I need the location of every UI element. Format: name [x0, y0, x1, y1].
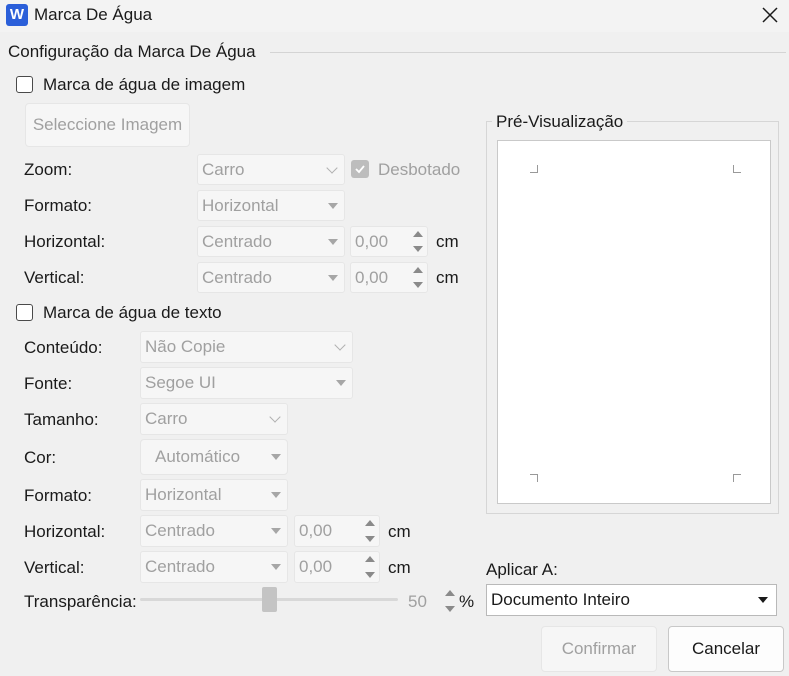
dropdown-caret-icon — [758, 597, 768, 603]
content-label: Conteúdo: — [24, 338, 103, 357]
margin-corner-top-left — [530, 165, 538, 173]
image-format-select[interactable]: Horizontal — [197, 190, 345, 221]
image-horizontal-select[interactable]: Centrado — [197, 226, 345, 257]
size-value: Carro — [145, 409, 188, 428]
spin-up-icon — [365, 520, 375, 526]
image-vertical-unit: cm — [436, 268, 459, 287]
color-value: Automático — [155, 447, 241, 466]
image-watermark-checkbox[interactable] — [16, 76, 33, 93]
text-horizontal-select[interactable]: Centrado — [140, 515, 288, 547]
window-title: Marca De Água — [34, 5, 153, 24]
image-vertical-label: Vertical: — [24, 268, 85, 287]
content-select[interactable]: Não Copie — [140, 331, 353, 363]
chevron-down-icon — [334, 339, 346, 351]
spin-down-icon — [365, 572, 375, 578]
transparency-unit: % — [459, 592, 475, 611]
image-horizontal-label: Horizontal: — [24, 232, 106, 251]
close-button[interactable] — [752, 0, 788, 30]
text-watermark-label: Marca de água de texto — [43, 303, 222, 322]
image-vertical-spinner[interactable] — [411, 265, 425, 290]
image-vertical-select[interactable]: Centrado — [197, 262, 345, 293]
text-vertical-label: Vertical: — [24, 558, 85, 577]
dropdown-caret-icon — [271, 454, 281, 460]
image-format-value: Horizontal — [202, 195, 279, 215]
text-horizontal-offset-input[interactable]: 0,00 — [294, 515, 380, 547]
text-horizontal-spinner[interactable] — [363, 518, 377, 544]
text-horizontal-value: Centrado — [145, 521, 215, 540]
image-horizontal-spinner[interactable] — [411, 229, 425, 254]
apply-to-value: Documento Inteiro — [491, 590, 630, 609]
text-watermark-checkbox[interactable] — [16, 304, 33, 321]
dropdown-caret-icon — [328, 202, 338, 209]
text-format-label: Formato: — [24, 486, 93, 505]
group-title: Configuração da Marca De Água — [8, 42, 256, 61]
image-vertical-value: Centrado — [202, 267, 272, 287]
text-format-value: Horizontal — [145, 485, 222, 504]
margin-corner-top-right — [733, 165, 741, 173]
spin-up-icon — [365, 556, 375, 562]
text-vertical-spinner[interactable] — [363, 554, 377, 580]
text-vertical-select[interactable]: Centrado — [140, 551, 288, 583]
dropdown-caret-icon — [328, 274, 338, 281]
image-watermark-label: Marca de água de imagem — [43, 75, 246, 94]
zoom-select[interactable]: Carro — [197, 154, 345, 185]
size-select[interactable]: Carro — [140, 403, 288, 435]
image-horizontal-unit: cm — [436, 232, 459, 251]
spin-down-icon — [413, 282, 423, 288]
dropdown-caret-icon — [271, 492, 281, 498]
transparency-slider-thumb[interactable] — [261, 587, 277, 612]
font-value: Segoe UI — [145, 373, 216, 392]
color-label: Cor: — [24, 448, 57, 467]
margin-corner-bottom-right — [733, 474, 741, 482]
chevron-down-icon — [269, 411, 281, 423]
text-horizontal-label: Horizontal: — [24, 522, 106, 541]
washout-checkbox[interactable] — [351, 160, 369, 178]
transparency-value: 50 — [408, 592, 427, 611]
apply-to-select[interactable]: Documento Inteiro — [486, 584, 777, 616]
size-label: Tamanho: — [24, 410, 99, 429]
text-vertical-value: Centrado — [145, 557, 215, 576]
chevron-down-icon — [326, 161, 338, 174]
dropdown-caret-icon — [328, 238, 338, 245]
text-vertical-unit: cm — [388, 558, 411, 577]
apply-to-label: Aplicar A: — [486, 560, 558, 579]
dropdown-caret-icon — [271, 528, 281, 534]
zoom-label: Zoom: — [24, 160, 73, 179]
confirm-button[interactable]: Confirmar — [541, 626, 657, 672]
spin-down-icon — [413, 246, 423, 252]
transparency-label: Transparência: — [24, 592, 137, 611]
spin-up-icon — [445, 590, 455, 596]
font-label: Fonte: — [24, 374, 73, 393]
dropdown-caret-icon — [271, 564, 281, 570]
image-horizontal-offset-input[interactable]: 0,00 — [350, 226, 428, 257]
select-image-button[interactable]: Seleccione Imagem — [25, 103, 190, 147]
text-horizontal-unit: cm — [388, 522, 411, 541]
text-format-select[interactable]: Horizontal — [140, 479, 288, 511]
dropdown-caret-icon — [336, 380, 346, 386]
spin-down-icon — [365, 536, 375, 542]
washout-label: Desbotado — [378, 160, 461, 179]
app-word-icon: W — [6, 4, 28, 26]
content-value: Não Copie — [145, 337, 226, 356]
spin-up-icon — [413, 231, 423, 237]
group-divider — [270, 52, 786, 53]
spin-down-icon — [445, 606, 455, 612]
preview-page — [497, 140, 771, 504]
zoom-value: Carro — [202, 159, 245, 179]
image-horizontal-value: Centrado — [202, 231, 272, 251]
preview-title: Pré-Visualização — [492, 112, 628, 132]
image-format-label: Formato: — [24, 196, 93, 215]
margin-corner-bottom-left — [530, 474, 538, 482]
transparency-spinner[interactable] — [441, 588, 457, 614]
image-vertical-offset-input[interactable]: 0,00 — [350, 262, 428, 293]
text-vertical-offset-input[interactable]: 0,00 — [294, 551, 380, 583]
cancel-button[interactable]: Cancelar — [668, 626, 784, 672]
spin-up-icon — [413, 267, 423, 273]
checkmark-icon — [355, 165, 365, 174]
color-select[interactable]: Automático — [140, 439, 288, 475]
close-icon — [762, 7, 778, 23]
font-select[interactable]: Segoe UI — [140, 367, 353, 399]
